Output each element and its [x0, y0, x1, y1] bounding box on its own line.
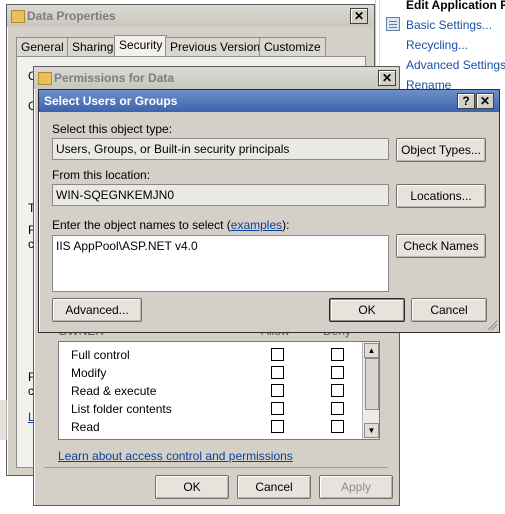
allow-checkbox[interactable] [271, 420, 284, 433]
advanced-button[interactable]: Advanced... [52, 298, 142, 322]
select-users-title: Select Users or Groups [44, 94, 178, 108]
permission-row: Read & execute [59, 382, 361, 400]
object-type-field: Users, Groups, or Built-in security prin… [52, 138, 389, 160]
recycling-link[interactable]: Recycling... [406, 38, 468, 52]
permission-row: List folder contents [59, 400, 361, 418]
object-names-input[interactable]: IIS AppPool\ASP.NET v4.0 [52, 235, 389, 292]
tab-general[interactable]: General [16, 37, 69, 57]
deny-checkbox[interactable] [331, 402, 344, 415]
help-button[interactable]: ? [457, 93, 475, 109]
allow-checkbox[interactable] [271, 402, 284, 415]
object-names-label: Enter the object names to select (exampl… [52, 218, 289, 232]
permission-name: Full control [71, 348, 130, 362]
permission-name: Read [71, 420, 100, 434]
basic-settings-icon [386, 17, 400, 31]
location-field: WIN-SQEGNKEMJN0 [52, 184, 389, 206]
advanced-settings-link[interactable]: Advanced Settings... [406, 58, 505, 72]
permissions-scrollbar[interactable]: ▲ ▼ [362, 342, 379, 439]
permission-name: List folder contents [71, 402, 172, 416]
permissions-cancel-button[interactable]: Cancel [237, 475, 311, 499]
permission-row: Modify [59, 364, 361, 382]
select-users-ok-button[interactable]: OK [329, 298, 405, 322]
scroll-up-icon[interactable]: ▲ [364, 343, 379, 358]
basic-settings-link[interactable]: Basic Settings... [406, 18, 492, 32]
permissions-list: Full control Modify Read & execute List … [58, 341, 380, 440]
resize-grip-icon[interactable] [486, 319, 497, 330]
folder-icon [11, 10, 25, 23]
scroll-down-icon[interactable]: ▼ [364, 423, 379, 438]
allow-checkbox[interactable] [271, 348, 284, 361]
object-names-label-text: Enter the object names to select ( [52, 218, 231, 232]
background-scrollbar [0, 400, 7, 440]
locations-button[interactable]: Locations... [396, 184, 486, 208]
permissions-titlebar: Permissions for Data ✕ [34, 67, 399, 89]
select-users-titlebar: Select Users or Groups ? ✕ [39, 90, 499, 112]
deny-checkbox[interactable] [331, 348, 344, 361]
data-properties-titlebar: Data Properties ✕ [7, 5, 374, 27]
folder-icon [38, 72, 52, 85]
tab-sharing[interactable]: Sharing [67, 37, 119, 57]
examples-link[interactable]: examples [231, 218, 282, 232]
permission-row: Read [59, 418, 361, 436]
permission-row: Full control [59, 346, 361, 364]
check-names-button[interactable]: Check Names [396, 234, 486, 258]
permissions-apply-button: Apply [319, 475, 393, 499]
object-names-label-suffix: ): [282, 218, 290, 232]
learn-access-control-link[interactable]: Learn about access control and permissio… [58, 449, 293, 463]
location-label: From this location: [52, 168, 151, 182]
scroll-thumb[interactable] [365, 358, 379, 410]
permissions-ok-button[interactable]: OK [155, 475, 229, 499]
object-type-label: Select this object type: [52, 122, 173, 136]
deny-checkbox[interactable] [331, 420, 344, 433]
allow-checkbox[interactable] [271, 366, 284, 379]
permission-name: Modify [71, 366, 107, 380]
tab-previous-versions[interactable]: Previous Versions [165, 37, 272, 57]
permissions-title: Permissions for Data [54, 71, 175, 85]
permission-name: Read & execute [71, 384, 157, 398]
deny-checkbox[interactable] [331, 384, 344, 397]
actions-title: Edit Application Po [406, 0, 505, 12]
object-types-button[interactable]: Object Types... [396, 138, 486, 162]
data-properties-close-button[interactable]: ✕ [350, 8, 368, 24]
allow-checkbox[interactable] [271, 384, 284, 397]
data-properties-title: Data Properties [27, 9, 116, 23]
permissions-close-button[interactable]: ✕ [378, 70, 396, 86]
divider [44, 467, 388, 468]
select-users-cancel-button[interactable]: Cancel [411, 298, 487, 322]
select-users-close-button[interactable]: ✕ [476, 93, 494, 109]
tab-customize[interactable]: Customize [259, 37, 326, 57]
select-users-dialog: Select Users or Groups ? ✕ Select this o… [38, 89, 500, 333]
deny-checkbox[interactable] [331, 366, 344, 379]
tab-security[interactable]: Security [114, 35, 168, 58]
